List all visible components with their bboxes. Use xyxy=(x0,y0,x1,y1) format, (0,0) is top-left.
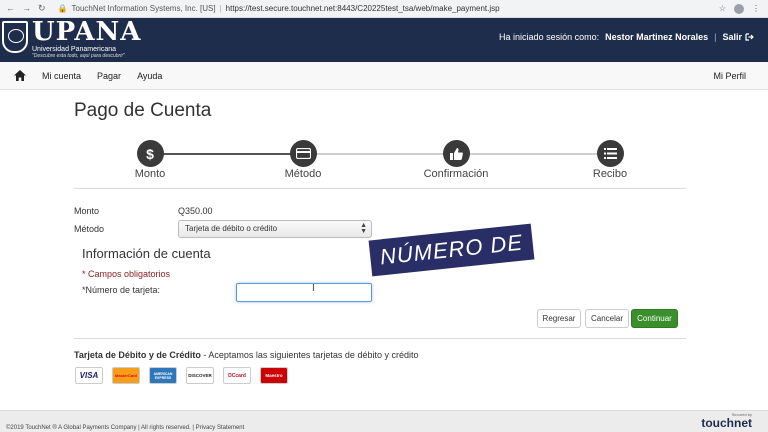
step-label: Confirmación xyxy=(423,168,489,180)
browser-nav: ← → ↻ xyxy=(0,3,46,14)
user-name: Nestor Martinez Norales xyxy=(605,32,709,42)
visa-logo-icon: VISA xyxy=(75,367,103,384)
nav-my-account[interactable]: Mi cuenta xyxy=(42,71,81,81)
dollar-icon: $ xyxy=(136,140,164,167)
logo-text[interactable]: UPANA xyxy=(32,18,141,46)
payment-method-select[interactable]: Tarjeta de débito o crédito ▲ ▼ xyxy=(178,220,372,238)
profile-avatar[interactable] xyxy=(734,3,744,14)
video-overlay-banner: NÚMERO DE xyxy=(368,223,535,277)
steps-divider xyxy=(74,188,686,189)
amount-value: Q350.00 xyxy=(178,206,213,216)
kebab-menu-icon[interactable]: ⋮ xyxy=(752,4,760,13)
text-cursor-icon: I xyxy=(312,283,315,294)
secured-by-badge: Secured by touchnet xyxy=(701,412,752,429)
back-arrow-icon[interactable]: ← xyxy=(6,3,15,14)
url-text[interactable]: https://test.secure.touchnet.net:8443/C2… xyxy=(226,4,500,13)
reload-icon[interactable]: ↻ xyxy=(38,3,46,14)
step-label: Método xyxy=(284,168,322,180)
touchnet-brand: touchnet xyxy=(701,416,752,430)
browser-toolbar: ← → ↻ 🔒 TouchNet Information Systems, In… xyxy=(0,0,768,18)
card-number-label: *Número de tarjeta: xyxy=(82,285,161,295)
logo-tagline: "Descubre esta todo, aquí para descubrir… xyxy=(32,53,125,59)
address-bar[interactable]: 🔒 TouchNet Information Systems, Inc. [US… xyxy=(58,4,500,13)
sign-out-icon xyxy=(745,33,754,41)
amex-logo-icon: AMERICAN EXPRESS xyxy=(149,367,177,384)
session-info: Ha iniciado sesión como: Nestor Martinez… xyxy=(499,32,754,42)
maestro-logo-icon: Maestro xyxy=(260,367,288,384)
accepted-cards-description: - Aceptamos las siguientes tarjetas de d… xyxy=(200,350,419,360)
back-button[interactable]: Regresar xyxy=(537,309,581,328)
step-method: Método xyxy=(253,140,353,180)
nav-pay[interactable]: Pagar xyxy=(97,71,121,81)
session-label: Ha iniciado sesión como: xyxy=(499,32,600,42)
page-footer: ©2019 TouchNet ® A Global Payments Compa… xyxy=(0,410,768,432)
logout-link[interactable]: Salir xyxy=(722,32,754,42)
account-info-title: Información de cuenta xyxy=(82,246,211,261)
step-label: Recibo xyxy=(592,168,628,180)
footer-copyright: ©2019 TouchNet ® A Global Payments Compa… xyxy=(6,425,245,431)
page-title: Pago de Cuenta xyxy=(74,100,212,121)
credit-card-icon xyxy=(289,140,317,167)
required-fields-note: * Campos obligatorios xyxy=(82,269,171,279)
nav-my-profile[interactable]: Mi Perfil xyxy=(713,71,746,81)
discover-logo-icon: DISCOVER xyxy=(186,367,214,384)
step-amount: $ Monto xyxy=(100,140,200,180)
continue-button[interactable]: Continuar xyxy=(631,309,678,328)
site-header: UPANA Universidad Panamericana "Descubre… xyxy=(0,18,768,62)
select-arrows-icon: ▲ ▼ xyxy=(360,222,367,235)
dccard-logo-icon: DCcard xyxy=(223,367,251,384)
site-identity: TouchNet Information Systems, Inc. [US] xyxy=(71,4,216,13)
star-icon[interactable]: ☆ xyxy=(719,4,726,13)
actions-divider xyxy=(74,338,686,339)
lock-icon: 🔒 xyxy=(57,4,68,13)
address-separator: | xyxy=(219,4,222,13)
nav-help[interactable]: Ayuda xyxy=(137,71,162,81)
cancel-button[interactable]: Cancelar xyxy=(585,309,629,328)
accepted-cards-heading: Tarjeta de Débito y de Crédito xyxy=(74,350,201,360)
amount-label: Monto xyxy=(74,206,100,216)
thumbs-up-icon xyxy=(442,140,470,167)
method-label: Método xyxy=(74,224,105,234)
logout-label: Salir xyxy=(722,32,742,42)
shield-logo-icon xyxy=(2,21,28,53)
payment-method-value: Tarjeta de débito o crédito xyxy=(185,224,278,233)
session-separator: | xyxy=(714,32,717,42)
main-nav: Mi cuenta Pagar Ayuda Mi Perfil xyxy=(0,62,768,90)
forward-arrow-icon[interactable]: → xyxy=(22,3,31,14)
accepted-cards-title: Tarjeta de Débito y de Crédito - Aceptam… xyxy=(74,350,418,360)
list-icon xyxy=(596,140,624,167)
home-icon[interactable] xyxy=(14,70,26,82)
mastercard-logo-icon: MasterCard xyxy=(112,367,140,384)
step-receipt: Recibo xyxy=(560,140,660,180)
card-number-input[interactable] xyxy=(236,283,372,302)
step-confirmation: Confirmación xyxy=(406,140,506,180)
step-label: Monto xyxy=(134,168,166,180)
